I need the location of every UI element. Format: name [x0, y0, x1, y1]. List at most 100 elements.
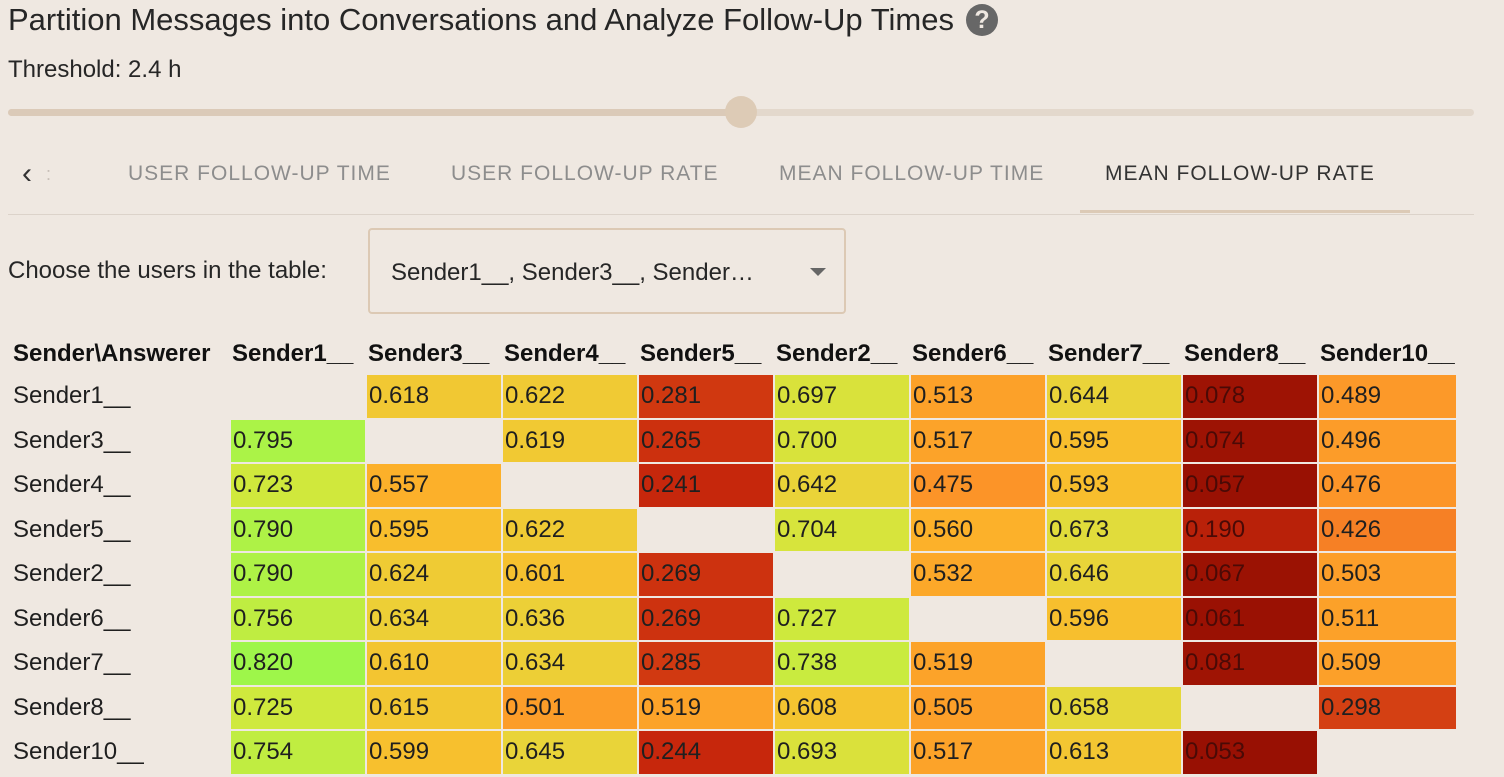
table-cell — [231, 375, 365, 418]
tab-bar: ‹ : USER FOLLOW-UP TIME USER FOLLOW-UP R… — [8, 146, 1474, 215]
row-header: Sender3__ — [13, 426, 131, 454]
follow-up-rate-table: Sender\Answerer Sender1__ Sender3__ Sender… — [10, 333, 1458, 776]
table-cell: 0.613 — [1047, 731, 1181, 774]
table-cell: 0.608 — [775, 686, 909, 729]
tab-user-follow-up-time[interactable]: USER FOLLOW-UP TIME — [128, 146, 391, 202]
table-cell: 0.790 — [231, 553, 365, 596]
tab-mean-follow-up-rate[interactable]: MEAN FOLLOW-UP RATE — [1105, 146, 1375, 202]
column-header: Sender10__ — [1320, 340, 1455, 367]
table-cell: 0.644 — [1047, 375, 1181, 418]
tab-scroll-fade: : — [46, 163, 52, 184]
table-cell: 0.601 — [503, 553, 637, 596]
table-cell: 0.754 — [231, 731, 365, 774]
row-header: Sender2__ — [13, 560, 131, 588]
table-cell: 0.513 — [911, 375, 1045, 418]
corner-header: Sender\Answerer — [13, 340, 211, 367]
table-cell: 0.645 — [503, 731, 637, 774]
table-cell — [911, 598, 1045, 641]
table-cell: 0.067 — [1183, 553, 1317, 596]
users-multiselect[interactable]: Sender1__, Sender3__, Sender… — [368, 228, 846, 314]
table-row: Sender6__ 0.756 0.634 0.636 0.269 0.727 0.596 0… — [12, 597, 1456, 641]
table-cell — [1183, 687, 1317, 730]
table-cell: 0.557 — [367, 464, 501, 507]
table-header-row: Sender\Answerer Sender1__ Sender3__ Sender… — [12, 335, 1456, 373]
table-cell — [503, 464, 637, 507]
table-cell: 0.615 — [367, 686, 501, 729]
table-cell: 0.517 — [911, 731, 1045, 774]
table-cell: 0.532 — [911, 553, 1045, 596]
help-icon[interactable]: ? — [965, 4, 998, 36]
table-cell: 0.673 — [1047, 508, 1181, 551]
page-title: Partition Messages into Conversations an… — [8, 2, 954, 37]
column-header: Sender5__ — [640, 340, 762, 367]
table-cell: 0.505 — [911, 686, 1045, 729]
table-cell: 0.078 — [1183, 375, 1317, 418]
table-cell: 0.281 — [639, 375, 773, 418]
slider-thumb[interactable] — [725, 96, 757, 128]
table-cell: 0.820 — [231, 642, 365, 685]
column-header: Sender3__ — [368, 340, 490, 367]
column-header: Sender8__ — [1184, 340, 1306, 367]
tab-mean-follow-up-time[interactable]: MEAN FOLLOW-UP TIME — [779, 146, 1044, 202]
table-cell: 0.599 — [367, 731, 501, 774]
table-cell: 0.053 — [1183, 731, 1317, 774]
table-cell: 0.619 — [503, 419, 637, 462]
table-row: Sender8__ 0.725 0.615 0.501 0.519 0.608 0.505 0… — [12, 686, 1456, 730]
table-cell: 0.634 — [503, 642, 637, 685]
table-cell: 0.596 — [1047, 597, 1181, 640]
table-cell: 0.298 — [1319, 686, 1456, 729]
table-cell: 0.704 — [775, 508, 909, 551]
table-cell: 0.269 — [639, 597, 773, 640]
tab-scroll-left-button[interactable]: ‹ : — [22, 146, 82, 202]
table-row: Sender5__ 0.790 0.595 0.622 0.704 0.560 0.673 0… — [12, 508, 1456, 551]
table-cell: 0.503 — [1319, 553, 1456, 596]
table-cell: 0.646 — [1047, 553, 1181, 596]
table-cell: 0.642 — [775, 464, 909, 507]
active-tab-indicator — [1080, 210, 1410, 213]
threshold-slider[interactable] — [8, 96, 1474, 128]
slider-fill — [8, 109, 741, 116]
row-header: Sender7__ — [13, 649, 131, 677]
caret-down-icon[interactable] — [810, 268, 826, 276]
column-header: Sender6__ — [912, 340, 1034, 367]
row-header: Sender4__ — [13, 471, 131, 499]
chevron-left-icon: ‹ — [22, 157, 32, 190]
page-title-row: Partition Messages into Conversations an… — [8, 2, 998, 38]
table-row: Sender4__ 0.723 0.557 0.241 0.642 0.475 0.593 0… — [12, 464, 1456, 507]
column-header: Sender1__ — [232, 340, 354, 367]
table-row: Sender3__ 0.795 0.619 0.265 0.700 0.517 0.595 0… — [12, 419, 1456, 462]
row-header: Sender1__ — [13, 382, 131, 410]
table-cell: 0.756 — [231, 597, 365, 640]
table-cell: 0.269 — [639, 553, 773, 596]
table-cell: 0.610 — [367, 642, 501, 685]
table-cell: 0.244 — [639, 731, 773, 774]
table-cell: 0.595 — [1047, 419, 1181, 462]
table-cell: 0.517 — [911, 419, 1045, 462]
table-row: Sender2__ 0.790 0.624 0.601 0.269 0.532 0.646 0… — [12, 553, 1456, 596]
table-cell: 0.697 — [775, 375, 909, 418]
tab-user-follow-up-rate[interactable]: USER FOLLOW-UP RATE — [451, 146, 719, 202]
column-header: Sender2__ — [776, 340, 898, 367]
choose-users-label: Choose the users in the table: — [8, 257, 327, 284]
row-header: Sender5__ — [13, 515, 131, 543]
table-cell: 0.475 — [911, 464, 1045, 507]
table-cell: 0.519 — [911, 642, 1045, 685]
table-cell: 0.738 — [775, 642, 909, 685]
column-header: Sender4__ — [504, 340, 626, 367]
table-cell: 0.624 — [367, 553, 501, 596]
table-cell: 0.693 — [775, 731, 909, 774]
table-cell: 0.489 — [1319, 375, 1456, 418]
table-cell — [775, 553, 909, 596]
table-cell: 0.501 — [503, 686, 637, 729]
table-cell: 0.511 — [1319, 597, 1456, 640]
table-cell: 0.265 — [639, 419, 773, 462]
table-cell: 0.560 — [911, 508, 1045, 551]
table-cell: 0.618 — [367, 375, 501, 418]
table-cell: 0.057 — [1183, 464, 1317, 507]
table-cell: 0.074 — [1183, 419, 1317, 462]
table-cell: 0.622 — [503, 508, 637, 551]
table-cell: 0.700 — [775, 419, 909, 462]
table-cell: 0.593 — [1047, 464, 1181, 507]
table-cell: 0.509 — [1319, 642, 1456, 685]
table-cell: 0.595 — [367, 508, 501, 551]
